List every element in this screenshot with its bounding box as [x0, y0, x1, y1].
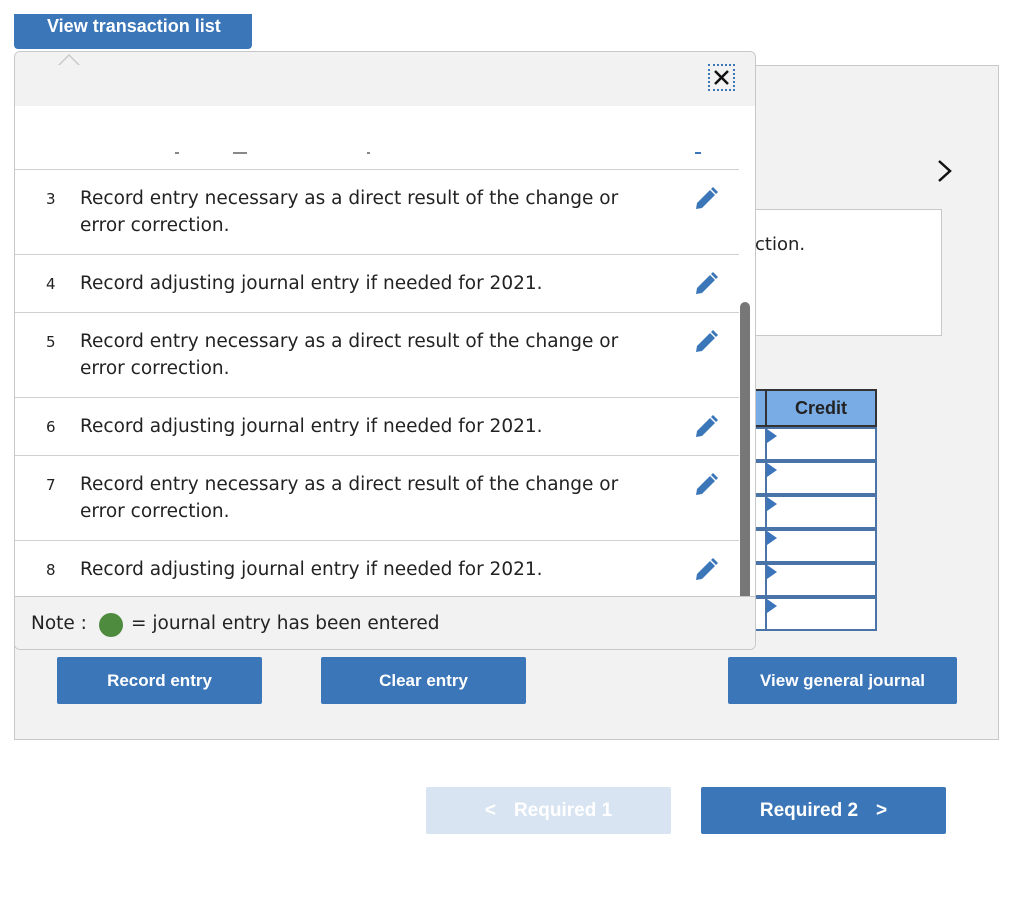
pencil-icon [696, 272, 718, 294]
transaction-list-popup: 3 Record entry necessary as a direct res… [14, 51, 756, 650]
transaction-number: 3 [46, 190, 56, 208]
edit-button[interactable] [693, 329, 719, 355]
transaction-description: ction. [755, 234, 806, 255]
transaction-text: Record entry necessary as a direct resul… [80, 474, 619, 522]
prev-required-button[interactable]: < Required 1 [426, 787, 671, 834]
list-item[interactable]: 7 Record entry necessary as a direct res… [15, 456, 739, 541]
list-item[interactable]: 4 Record adjusting journal entry if need… [15, 255, 739, 313]
edit-button[interactable] [693, 472, 719, 498]
transaction-number: 4 [46, 275, 56, 293]
transaction-text: Record entry necessary as a direct resul… [80, 331, 619, 379]
transaction-text: Record adjusting journal entry if needed… [80, 559, 543, 580]
debit-cell[interactable] [755, 563, 765, 597]
edit-button[interactable] [693, 186, 719, 212]
transaction-description-box: ction. [740, 209, 942, 336]
pencil-icon [696, 473, 718, 495]
transaction-number: 6 [46, 418, 56, 436]
text-fragment [233, 152, 247, 154]
view-transaction-list-button[interactable]: View transaction list [14, 14, 252, 66]
debit-cell[interactable] [755, 461, 765, 495]
debit-cell[interactable] [755, 427, 765, 461]
close-icon [714, 70, 729, 85]
credit-cell[interactable] [765, 563, 877, 597]
credit-cell[interactable] [765, 597, 877, 631]
next-transaction-button[interactable] [935, 156, 955, 186]
transaction-number: 8 [46, 561, 56, 579]
pencil-icon [696, 187, 718, 209]
close-button[interactable] [708, 64, 735, 91]
credit-cell[interactable] [765, 427, 877, 461]
view-transaction-list-label: View transaction list [47, 16, 221, 36]
pencil-icon [696, 415, 718, 437]
list-item[interactable]: 3 Record entry necessary as a direct res… [15, 170, 739, 255]
cell-marker-icon [767, 429, 777, 443]
transaction-text: Record entry necessary as a direct resul… [80, 188, 619, 236]
view-general-journal-button[interactable]: View general journal [728, 657, 957, 704]
edit-button[interactable] [693, 557, 719, 583]
next-required-label: Required 2 [759, 800, 859, 821]
list-item-partial [15, 106, 739, 170]
list-item[interactable]: 5 Record entry necessary as a direct res… [15, 313, 739, 398]
caret-fill [59, 56, 79, 66]
list-item[interactable]: 8 Record adjusting journal entry if need… [15, 541, 739, 597]
chevron-left-icon: < [484, 800, 496, 821]
cell-marker-icon [767, 599, 777, 613]
next-required-button[interactable]: Required 2 > [701, 787, 946, 834]
cell-marker-icon [767, 497, 777, 511]
credit-cell[interactable] [765, 461, 877, 495]
clear-entry-button[interactable]: Clear entry [321, 657, 526, 704]
credit-column-header: Credit [765, 389, 877, 427]
record-entry-button[interactable]: Record entry [57, 657, 262, 704]
pencil-icon [696, 558, 718, 580]
transaction-number: 5 [46, 333, 56, 351]
prev-required-label: Required 1 [513, 800, 613, 821]
text-fragment [367, 152, 370, 154]
debit-cell[interactable] [755, 495, 765, 529]
credit-cell[interactable] [765, 529, 877, 563]
debit-cell[interactable] [755, 529, 765, 563]
chevron-right-icon [938, 160, 952, 182]
entered-indicator-icon [99, 613, 123, 637]
pencil-icon [696, 330, 718, 352]
chevron-right-icon: > [876, 800, 888, 821]
transaction-number: 7 [46, 476, 56, 494]
note-text: = journal entry has been entered [131, 613, 440, 634]
text-fragment [695, 152, 701, 154]
transaction-text: Record adjusting journal entry if needed… [80, 273, 543, 294]
edit-button[interactable] [693, 414, 719, 440]
cell-marker-icon [767, 463, 777, 477]
edit-button[interactable] [693, 271, 719, 297]
transaction-text: Record adjusting journal entry if needed… [80, 416, 543, 437]
note-label: Note : [31, 613, 87, 634]
transaction-list: 3 Record entry necessary as a direct res… [15, 106, 755, 649]
credit-cell[interactable] [765, 495, 877, 529]
text-fragment [175, 152, 179, 154]
cell-marker-icon [767, 531, 777, 545]
list-item[interactable]: 6 Record adjusting journal entry if need… [15, 398, 739, 456]
debit-cell[interactable] [755, 597, 765, 631]
note-bar: Note : = journal entry has been entered [15, 596, 755, 649]
cell-marker-icon [767, 565, 777, 579]
popup-header [15, 52, 755, 106]
